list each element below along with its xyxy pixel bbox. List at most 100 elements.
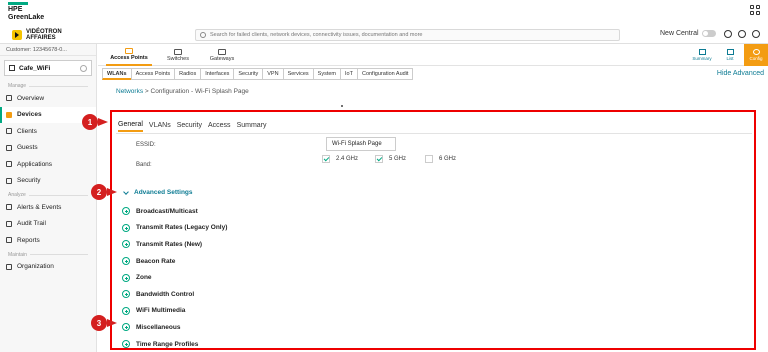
expand-plus-icon: [122, 290, 130, 299]
search-icon: [200, 32, 206, 38]
tab-security[interactable]: Security: [177, 118, 202, 132]
subtab-vpn[interactable]: VPN: [262, 68, 284, 80]
help-icon[interactable]: [738, 30, 746, 38]
breadcrumb-current: > Configuration - Wi-Fi Splash Page: [143, 88, 249, 95]
adv-transmit-rates-new[interactable]: Transmit Rates (New): [122, 236, 227, 253]
device-tabs: Access Points Switches Gateways Summary …: [98, 44, 768, 66]
band-option-2-4ghz[interactable]: 2.4 GHz: [322, 155, 358, 163]
cursor-dot: [341, 105, 343, 107]
adv-miscellaneous[interactable]: Miscellaneous: [122, 319, 227, 336]
tab-divider: [116, 133, 752, 134]
callout-badge-3: 3: [91, 315, 107, 331]
site-selector[interactable]: Cafe_WiFi: [4, 60, 92, 76]
logo-line2: GreenLake: [8, 14, 45, 21]
top-bar: HPE GreenLake: [0, 0, 768, 24]
new-central-label: New Central: [660, 30, 699, 37]
sidebar-item-overview[interactable]: Overview: [0, 90, 96, 107]
devices-icon: [6, 111, 12, 118]
callout-arrow-1: [98, 118, 108, 126]
logo-bar: [8, 2, 28, 5]
adv-beacon-rate[interactable]: Beacon Rate: [122, 253, 227, 270]
search-bar[interactable]: [195, 29, 620, 41]
sidebar-item-guests[interactable]: Guests: [0, 140, 96, 157]
adv-wifi-multimedia[interactable]: WiFi Multimedia: [122, 303, 227, 320]
tab-general[interactable]: General: [118, 118, 143, 132]
hpe-greenlake-logo[interactable]: HPE GreenLake: [8, 2, 44, 22]
expand-plus-icon: [122, 207, 130, 216]
list-button[interactable]: List: [716, 44, 744, 66]
band-6ghz-checkbox[interactable]: [425, 155, 433, 163]
expand-plus-icon: [122, 240, 130, 249]
shield-icon: [6, 177, 12, 184]
site-name: Cafe_WiFi: [19, 64, 51, 72]
section-manage: Manage: [0, 80, 96, 90]
switch-icon: [174, 48, 182, 55]
brand-line2: AFFAIRES: [26, 35, 56, 41]
expand-plus-icon: [122, 340, 130, 349]
clients-icon: [6, 128, 12, 135]
tab-access-points[interactable]: Access Points: [106, 44, 152, 66]
advanced-settings-list: Broadcast/Multicast Transmit Rates (Lega…: [122, 203, 227, 352]
subtab-wlans[interactable]: WLANs: [102, 68, 132, 80]
hide-advanced-link[interactable]: Hide Advanced: [717, 70, 764, 77]
user-icon[interactable]: [752, 30, 760, 38]
band-option-5ghz[interactable]: 5 GHz: [375, 155, 406, 163]
expand-plus-icon: [122, 323, 130, 332]
sidebar-item-alerts[interactable]: Alerts & Events: [0, 199, 96, 216]
adv-broadcast-multicast[interactable]: Broadcast/Multicast: [122, 203, 227, 220]
site-icon: [9, 65, 15, 71]
sidebar-item-applications[interactable]: Applications: [0, 156, 96, 173]
summary-button[interactable]: Summary: [688, 44, 716, 66]
band-option-6ghz[interactable]: 6 GHz: [425, 155, 456, 163]
tab-gateways[interactable]: Gateways: [202, 44, 242, 66]
advanced-settings-toggle[interactable]: Advanced Settings: [123, 188, 193, 196]
sidebar-item-clients[interactable]: Clients: [0, 123, 96, 140]
subtab-security[interactable]: Security: [233, 68, 264, 80]
tab-access[interactable]: Access: [208, 118, 231, 132]
breadcrumb-networks-link[interactable]: Networks: [116, 88, 143, 95]
logo-line1: HPE: [8, 6, 23, 13]
new-central-toggle[interactable]: New Central: [660, 30, 716, 37]
adv-time-range-profiles[interactable]: Time Range Profiles: [122, 336, 227, 352]
subtab-iot[interactable]: IoT: [340, 68, 358, 80]
tab-vlans[interactable]: VLANs: [149, 118, 171, 132]
subtab-services[interactable]: Services: [282, 68, 314, 80]
brand[interactable]: VIDÉOTRON AFFAIRES: [12, 26, 62, 44]
callout-badge-2: 2: [91, 184, 107, 200]
wlan-wizard-tabs: General VLANs Security Access Summary: [118, 118, 267, 132]
section-analyze: Analyze: [0, 189, 96, 199]
applications-icon: [6, 161, 12, 168]
sidebar-item-security[interactable]: Security: [0, 173, 96, 190]
tab-switches[interactable]: Switches: [158, 44, 198, 66]
site-status-icon: [80, 65, 87, 72]
expand-plus-icon: [122, 223, 130, 232]
subtab-interfaces[interactable]: Interfaces: [200, 68, 235, 80]
guests-icon: [6, 144, 12, 151]
adv-zone[interactable]: Zone: [122, 269, 227, 286]
search-input[interactable]: [210, 32, 590, 38]
sidebar-item-audit-trail[interactable]: Audit Trail: [0, 216, 96, 233]
wlan-config-panel: General VLANs Security Access Summary ES…: [110, 110, 756, 350]
adv-bandwidth-control[interactable]: Bandwidth Control: [122, 286, 227, 303]
expand-plus-icon: [122, 257, 130, 266]
subtab-radios[interactable]: Radios: [174, 68, 202, 80]
sidebar-item-organization[interactable]: Organization: [0, 259, 96, 276]
config-button[interactable]: Config: [744, 44, 768, 66]
apps-grid-icon[interactable]: [750, 5, 760, 15]
band-2-4ghz-checkbox[interactable]: [322, 155, 330, 163]
essid-field[interactable]: Wi-Fi Splash Page: [326, 137, 396, 151]
gear-icon: [752, 49, 760, 55]
subtab-configuration-audit[interactable]: Configuration Audit: [356, 68, 414, 80]
subtab-access-points[interactable]: Access Points: [130, 68, 176, 80]
adv-transmit-rates-legacy[interactable]: Transmit Rates (Legacy Only): [122, 220, 227, 237]
audit-icon: [6, 220, 12, 227]
toggle-switch[interactable]: [701, 30, 716, 37]
band-5ghz-checkbox[interactable]: [375, 155, 383, 163]
tab-summary[interactable]: Summary: [237, 118, 267, 132]
notifications-icon[interactable]: [724, 30, 732, 38]
access-point-icon: [125, 47, 133, 54]
reports-icon: [6, 237, 12, 244]
subtab-system[interactable]: System: [312, 68, 342, 80]
expand-plus-icon: [122, 273, 130, 282]
sidebar-item-reports[interactable]: Reports: [0, 232, 96, 249]
